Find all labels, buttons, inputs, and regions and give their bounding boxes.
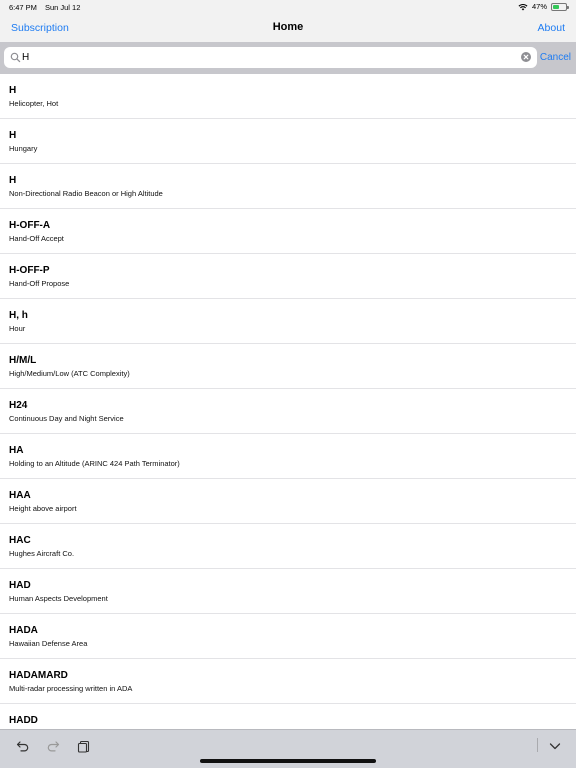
list-item-title: H/M/L bbox=[9, 355, 37, 366]
status-right: 47% bbox=[518, 2, 569, 11]
list-item-title: HAC bbox=[9, 535, 31, 546]
cancel-button[interactable]: Cancel bbox=[540, 52, 571, 63]
list-item[interactable]: HA Holding to an Altitude (ARINC 424 Path… bbox=[0, 434, 576, 479]
about-button[interactable]: About bbox=[538, 22, 565, 34]
home-indicator bbox=[200, 759, 376, 763]
list-item-title: H bbox=[9, 130, 17, 141]
search-bar: Cancel bbox=[0, 42, 576, 74]
list-item-subtitle: High/Medium/Low (ATC Complexity) bbox=[9, 369, 130, 378]
redo-icon[interactable] bbox=[46, 739, 60, 753]
list-item-title: H-OFF-A bbox=[9, 220, 51, 231]
search-input[interactable] bbox=[22, 49, 517, 66]
list-item-subtitle: Height above airport bbox=[9, 504, 77, 513]
status-bar: 6:47 PM Sun Jul 12 47% bbox=[0, 0, 576, 14]
list-item-subtitle: Hungary bbox=[9, 144, 38, 153]
list-item[interactable]: H24 Continuous Day and Night Service bbox=[0, 389, 576, 434]
search-icon bbox=[10, 52, 21, 63]
list-item-subtitle: Hawaiian Defense Area bbox=[9, 639, 88, 648]
list-item-subtitle: Non-Directional Radio Beacon or High Alt… bbox=[9, 189, 163, 198]
list-item[interactable]: HADAMARD Multi-radar processing written i… bbox=[0, 659, 576, 704]
list-item[interactable]: HADD bbox=[0, 704, 576, 729]
battery-tip bbox=[567, 5, 569, 9]
list-item-title: HADAMARD bbox=[9, 670, 68, 681]
list-item-title: H, h bbox=[9, 310, 28, 321]
list-item-title: H24 bbox=[9, 400, 28, 411]
list-item[interactable]: H Non-Directional Radio Beacon or High Al… bbox=[0, 164, 576, 209]
list-item-subtitle: Holding to an Altitude (ARINC 424 Path T… bbox=[9, 459, 180, 468]
list-item-subtitle: Hand-Off Propose bbox=[9, 279, 70, 288]
list-item-subtitle: Multi-radar processing written in ADA bbox=[9, 684, 133, 693]
list-item[interactable]: H Helicopter, Hot bbox=[0, 74, 576, 119]
list-item-title: H bbox=[9, 175, 17, 186]
list-item-title: HADD bbox=[9, 715, 38, 726]
status-left: 6:47 PM Sun Jul 12 bbox=[9, 3, 80, 12]
battery-percent: 47% bbox=[531, 2, 547, 11]
battery-icon bbox=[551, 2, 569, 11]
list-item[interactable]: HAC Hughes Aircraft Co. bbox=[0, 524, 576, 569]
list-item[interactable]: HAA Height above airport bbox=[0, 479, 576, 524]
list-item[interactable]: H, h Hour bbox=[0, 299, 576, 344]
list-item-title: HAD bbox=[9, 580, 31, 591]
battery-level bbox=[553, 4, 559, 9]
undo-icon[interactable] bbox=[16, 739, 30, 753]
list-item-title: HA bbox=[9, 445, 24, 456]
search-field[interactable] bbox=[4, 47, 537, 68]
list-item-title: HADA bbox=[9, 625, 38, 636]
list-item-subtitle: Hour bbox=[9, 324, 26, 333]
list-item-subtitle: Hand-Off Accept bbox=[9, 234, 64, 243]
status-time: 6:47 PM bbox=[9, 3, 37, 12]
list-item-title: H bbox=[9, 85, 17, 96]
list-item-subtitle: Human Aspects Development bbox=[9, 594, 108, 603]
wifi-icon bbox=[518, 3, 528, 10]
list-item[interactable]: H-OFF-P Hand-Off Propose bbox=[0, 254, 576, 299]
paste-icon[interactable] bbox=[77, 739, 91, 753]
list-item[interactable]: HADA Hawaiian Defense Area bbox=[0, 614, 576, 659]
list-item[interactable]: H/M/L High/Medium/Low (ATC Complexity) bbox=[0, 344, 576, 389]
results-list[interactable]: H Helicopter, Hot H Hungary H Non-Directional… bbox=[0, 74, 576, 729]
list-item[interactable]: H-OFF-A Hand-Off Accept bbox=[0, 209, 576, 254]
toolbar-divider bbox=[537, 738, 538, 752]
page-title: Home bbox=[272, 21, 304, 33]
list-item-title: HAA bbox=[9, 490, 31, 501]
keyboard-dismiss-icon[interactable] bbox=[548, 739, 562, 753]
status-date: Sun Jul 12 bbox=[44, 3, 81, 12]
clear-search-icon[interactable] bbox=[521, 52, 531, 62]
navigation-bar: Subscription Home About bbox=[0, 14, 576, 42]
list-item[interactable]: H Hungary bbox=[0, 119, 576, 164]
list-item[interactable]: HAD Human Aspects Development bbox=[0, 569, 576, 614]
list-item-title: H-OFF-P bbox=[9, 265, 50, 276]
list-item-subtitle: Continuous Day and Night Service bbox=[9, 414, 124, 423]
list-item-subtitle: Hughes Aircraft Co. bbox=[9, 549, 75, 558]
list-item-subtitle: Helicopter, Hot bbox=[9, 99, 59, 108]
